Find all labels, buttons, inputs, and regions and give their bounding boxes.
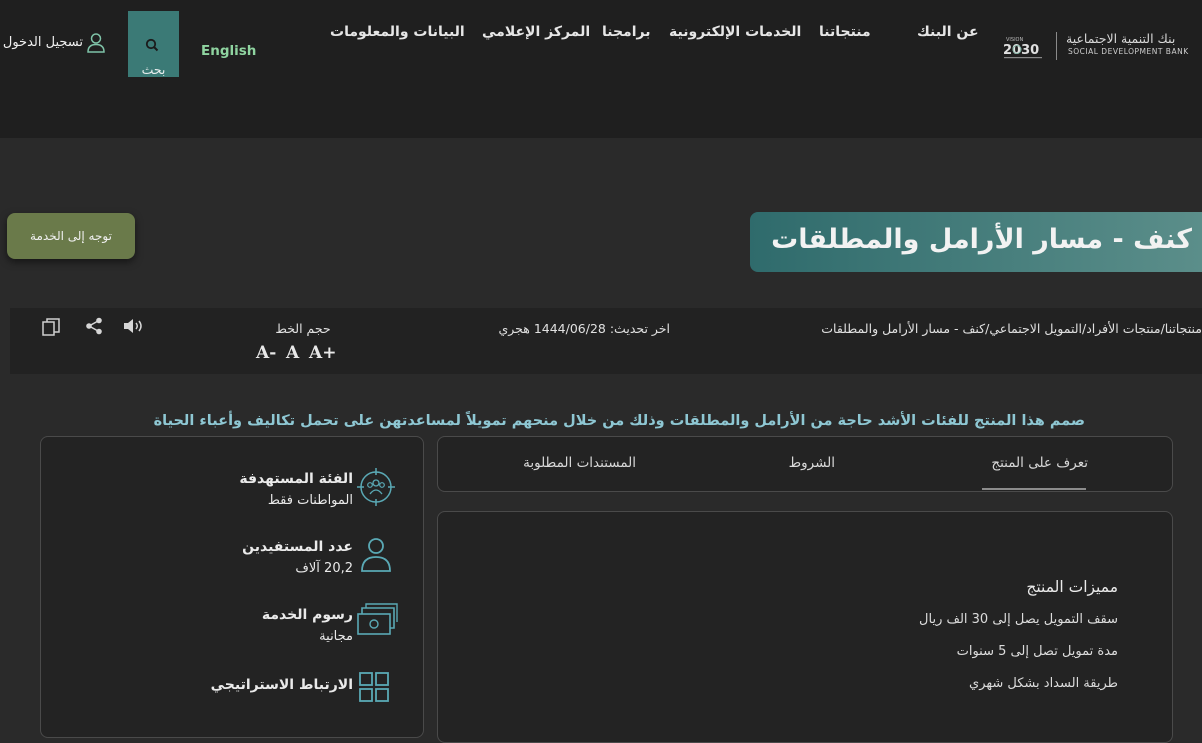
- user-icon[interactable]: [86, 32, 106, 54]
- stat-fees-value: مجانية: [319, 629, 353, 644]
- stat-target-title: الفئة المستهدفة: [239, 471, 353, 487]
- page-title-banner: كنف - مسار الأرامل والمطلقات: [750, 212, 1202, 272]
- speaker-icon[interactable]: [123, 318, 145, 334]
- nav-media-center[interactable]: المركز الإعلامي: [482, 24, 590, 40]
- breadcrumb[interactable]: منتجاتنا/منتجات الأفراد/التمويل الاجتماع…: [821, 321, 1202, 336]
- active-tab-indicator: [982, 488, 1086, 490]
- share-icon[interactable]: [85, 317, 103, 335]
- feature-item: طريقة السداد بشكل شهري: [969, 676, 1118, 691]
- nav-about[interactable]: عن البنك: [917, 24, 979, 40]
- tab-about-product[interactable]: تعرف على المنتج: [991, 455, 1088, 471]
- stat-beneficiaries-title: عدد المستفيدين: [242, 539, 353, 555]
- stat-beneficiaries-value: 20,2 آلاف: [295, 561, 353, 576]
- page-title: كنف - مسار الأرامل والمطلقات: [771, 224, 1192, 255]
- product-description: صمم هذا المنتج للفئات الأشد حاجة من الأر…: [153, 413, 1085, 429]
- feature-item: سقف التمويل يصل إلى 30 الف ريال: [919, 612, 1118, 627]
- site-header: بنك التنمية الاجتماعية SOCIAL DEVELOPMEN…: [0, 0, 1202, 138]
- user-icon: [361, 538, 391, 572]
- features-title: مميزات المنتج: [1026, 578, 1118, 596]
- search-label: بحث: [141, 62, 166, 77]
- font-normal-button[interactable]: A: [286, 343, 299, 363]
- nav-programs[interactable]: برامجنا: [602, 24, 651, 40]
- stat-fees-title: رسوم الخدمة: [261, 607, 353, 623]
- money-icon: [357, 603, 398, 635]
- search-icon: [145, 38, 159, 52]
- last-updated: اخر تحديث: 1444/06/28 هجري: [498, 321, 671, 336]
- vision-2030-logo: VISION 2030: [1003, 37, 1042, 59]
- bank-logo-english[interactable]: SOCIAL DEVELOPMENT BANK: [1068, 47, 1189, 56]
- feature-item: مدة تمويل تصل إلى 5 سنوات: [956, 644, 1118, 659]
- logo-divider: [1056, 32, 1057, 60]
- font-increase-button[interactable]: A+: [309, 343, 336, 363]
- nav-data-info[interactable]: البيانات والمعلومات: [330, 24, 465, 40]
- login-link[interactable]: تسجيل الدخول: [0, 35, 83, 50]
- tab-content: مميزات المنتج سقف التمويل يصل إلى 30 الف…: [437, 511, 1173, 743]
- nav-products[interactable]: منتجاتنا: [819, 24, 871, 40]
- tabs-bar: تعرف على المنتج الشروط المستندات المطلوب…: [437, 436, 1173, 492]
- go-to-service-button[interactable]: توجه إلى الخدمة: [7, 213, 135, 259]
- search-button[interactable]: بحث: [128, 11, 179, 77]
- target-group-icon: [357, 468, 395, 506]
- stat-strategic-title: الارتباط الاستراتيجي: [210, 677, 353, 693]
- nav-e-services[interactable]: الخدمات الإلكترونية: [669, 24, 801, 40]
- tab-conditions[interactable]: الشروط: [789, 455, 835, 471]
- font-size-label: حجم الخط: [275, 321, 331, 336]
- info-bar: منتجاتنا/منتجات الأفراد/التمويل الاجتماع…: [10, 308, 1202, 374]
- language-switch[interactable]: English: [201, 43, 256, 59]
- bank-logo-arabic[interactable]: بنك التنمية الاجتماعية: [1066, 31, 1175, 46]
- font-decrease-button[interactable]: A-: [256, 343, 276, 363]
- product-stats-panel: الفئة المستهدفة المواطنات فقط عدد المستف…: [40, 436, 424, 738]
- stat-target-value: المواطنات فقط: [267, 493, 353, 508]
- copy-icon[interactable]: [42, 318, 62, 336]
- tab-required-documents[interactable]: المستندات المطلوبة: [523, 455, 636, 471]
